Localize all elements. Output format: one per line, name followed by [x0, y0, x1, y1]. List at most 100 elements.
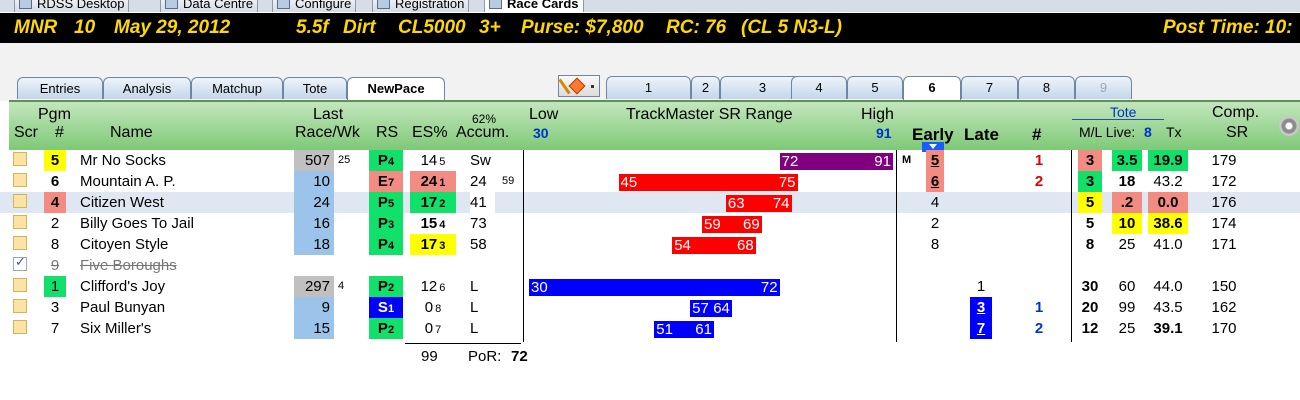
rs-number: 1: [387, 303, 395, 315]
col-low: Low: [529, 106, 559, 123]
post-time: Post Time: 10:: [1163, 17, 1293, 38]
rs-number: 2: [387, 324, 395, 336]
last-race-weeks: 25: [338, 154, 351, 166]
tote-divider: [1072, 119, 1164, 120]
scratch-checkbox[interactable]: [13, 152, 27, 166]
horse-name: Mountain A. P.: [80, 173, 176, 190]
tx-odds: 43.5: [1153, 299, 1183, 316]
tab-configure[interactable]: Configure: [272, 0, 357, 12]
col-sr: SR: [1226, 124, 1249, 141]
running-style: P4: [369, 150, 403, 171]
es-value: 17: [420, 194, 438, 211]
race-tab-2[interactable]: 2: [691, 76, 720, 99]
late-rank: 3: [970, 297, 992, 318]
tab-matchup[interactable]: Matchup: [191, 77, 283, 99]
table-row[interactable]: 8 Citoyen Style 18 P4 17 3 58 54 68 8 8 25 41.0 171: [0, 234, 1300, 255]
col-pgm-num: #: [55, 124, 64, 141]
table-row[interactable]: 9 Five Boroughs: [0, 254, 1300, 276]
accum-value: Sw: [470, 150, 499, 171]
tab-newpace[interactable]: NewPace: [347, 77, 445, 100]
rs-letter: E: [377, 173, 388, 190]
scratch-checkbox[interactable]: [13, 236, 27, 250]
sr-high: 91: [874, 153, 891, 170]
morning-line: 8: [1085, 236, 1095, 253]
pace-chart-button[interactable]: [558, 75, 600, 97]
range-left-divider: [523, 150, 524, 342]
scratch-checkbox[interactable]: [13, 299, 27, 313]
table-row[interactable]: 6 Mountain A. P. 10 E7 24 1 24 59 45 75 6 2 3 18 43.2 1…: [0, 171, 1300, 192]
col-sr-range: TrackMaster SR Range: [626, 106, 793, 123]
sr-range-bar: 54 68: [672, 237, 756, 254]
low-value: 30: [533, 125, 549, 141]
dot-icon: [591, 85, 594, 88]
scratch-checkbox[interactable]: [13, 173, 27, 187]
tab-analysis[interactable]: Analysis: [103, 77, 191, 99]
pgm-number: 2: [50, 215, 60, 232]
race-tab-5[interactable]: 5: [847, 76, 903, 99]
race-tab-6[interactable]: 6: [903, 76, 961, 100]
morning-line: 30: [1081, 278, 1099, 295]
table-row[interactable]: 4 Citizen West 24 P5 17 2 41 63 74 4 5.2 0.0 176: [0, 192, 1300, 213]
early-rank: 5: [926, 150, 944, 171]
race-date: May 29, 2012: [114, 17, 231, 38]
es-value: 12: [420, 278, 438, 295]
gear-icon: [277, 0, 290, 9]
col-scr: Scr: [14, 124, 38, 141]
table-row[interactable]: 2 Billy Goes To Jail 16 P3 15 4 73 59 69 2 5 10 38.6…: [0, 213, 1300, 234]
accum-value: 73: [470, 213, 495, 234]
scratch-checkbox[interactable]: [13, 194, 27, 208]
race-number: 10: [74, 17, 96, 38]
scratch-checkbox[interactable]: [13, 254, 27, 271]
tote-left-divider: [1071, 150, 1072, 342]
race-tab-8[interactable]: 8: [1018, 76, 1075, 99]
table-row[interactable]: 3 Paul Bunyan 9 S1 0 8 L 57 64 3 1 20 99 43.5 162: [0, 297, 1300, 318]
tab-data-centre[interactable]: Data Centre: [160, 0, 259, 12]
tab-tote[interactable]: Tote: [283, 77, 347, 99]
accum-value: 58: [470, 234, 495, 255]
race-tab-1[interactable]: 1: [606, 76, 691, 99]
sr-high: 75: [778, 174, 796, 191]
rs-number: 4: [387, 156, 395, 168]
tab-race-cards[interactable]: Race Cards: [484, 0, 584, 12]
table-row[interactable]: 5 Mr No Socks 507 25 P4 14 5 Sw 72 91 M 5 1 3 3.5 19.9 1…: [0, 150, 1300, 171]
es-rank: 1: [439, 177, 446, 189]
scratch-checkbox[interactable]: [13, 278, 27, 292]
col-es: ES%: [412, 124, 448, 141]
morning-line: 5: [1078, 192, 1102, 213]
es-rank: 3: [439, 240, 446, 252]
es-rank: 2: [439, 198, 446, 210]
running-style: P4: [369, 234, 403, 255]
tab-rdss-desktop[interactable]: RDSS Desktop: [14, 0, 130, 12]
morning-line: 5: [1085, 215, 1095, 232]
surface: Dirt: [343, 17, 376, 38]
tab-registration[interactable]: Registration: [372, 0, 470, 12]
por-value: 72: [511, 348, 528, 365]
col-high: High: [861, 106, 894, 123]
early-speed: 15 4: [410, 213, 456, 234]
race-tab-7[interactable]: 7: [961, 76, 1018, 99]
last-race: 507: [294, 150, 334, 171]
scratch-checkbox[interactable]: [13, 320, 27, 334]
last-race-weeks: 4: [338, 280, 345, 292]
scratch-checkbox[interactable]: [13, 215, 27, 229]
table-row[interactable]: 1 Clifford's Joy 297 4 P2 12 6 L 30 72 1 30 60 44.0 15…: [0, 276, 1300, 297]
tab-entries[interactable]: Entries: [17, 77, 103, 99]
live-count: 8: [1144, 124, 1152, 140]
race-tab-4[interactable]: 4: [791, 76, 847, 99]
early-speed: 14 5: [410, 150, 456, 171]
comp-sr: 172: [1211, 173, 1237, 190]
race-conditions: (CL 5 N3-L): [741, 17, 842, 38]
pace-number: 1: [1034, 152, 1044, 169]
pace-mark: M: [902, 154, 912, 166]
comp-sr: 171: [1211, 236, 1237, 253]
rs-number: 7: [387, 177, 395, 189]
table-row[interactable]: 7 Six Miller's 15 P2 0 7 L 51 61 7 2 12 25 39.1 170: [0, 318, 1300, 339]
pgm-number: 1: [44, 276, 66, 297]
horse-name: Billy Goes To Jail: [80, 215, 194, 232]
sr-range-bar: 63 74: [725, 195, 792, 212]
race-cards-window: { "app_tabs": [ {"label":"RDSS Desktop",…: [0, 0, 1300, 400]
early-rank: 8: [930, 236, 940, 253]
pace-number: 2: [1034, 173, 1044, 190]
gear-icon[interactable]: [1279, 116, 1299, 136]
col-last: Last: [313, 106, 344, 123]
